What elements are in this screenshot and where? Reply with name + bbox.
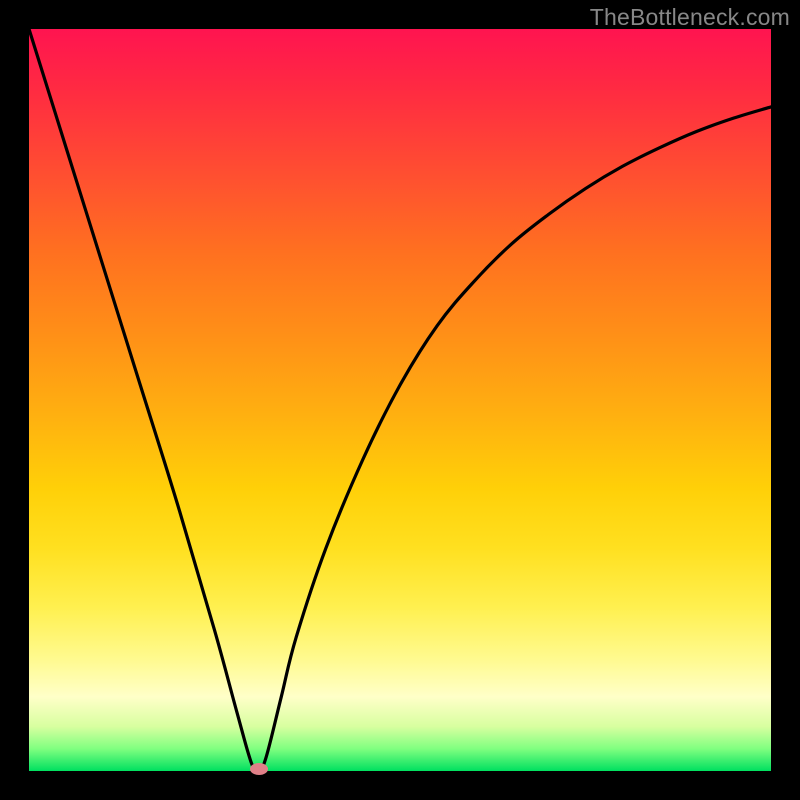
chart-frame: TheBottleneck.com	[0, 0, 800, 800]
minimum-marker	[250, 763, 268, 775]
watermark-text: TheBottleneck.com	[590, 4, 790, 31]
plot-area	[29, 29, 771, 771]
